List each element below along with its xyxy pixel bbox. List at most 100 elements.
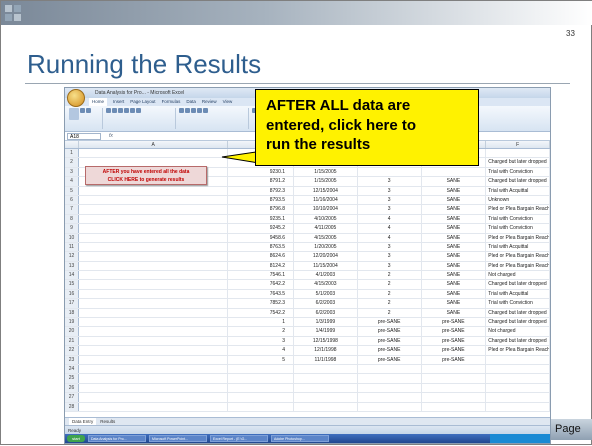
underline-icon[interactable] — [118, 108, 123, 113]
cell-a[interactable] — [79, 242, 229, 252]
cell-c[interactable]: 1/20/2005 — [294, 242, 358, 252]
cell-e[interactable]: SANE — [422, 242, 487, 252]
cell-d[interactable]: 4 — [358, 214, 422, 224]
cell-f[interactable]: Charged but later dropped — [486, 336, 550, 346]
cell-b[interactable] — [228, 402, 295, 411]
cell-a[interactable] — [79, 355, 229, 364]
cell-d[interactable] — [358, 167, 422, 177]
cell-e[interactable]: pre-SANE — [422, 318, 487, 327]
cell-b[interactable]: 8792.3 — [228, 186, 295, 195]
row-number[interactable]: 19 — [65, 318, 79, 327]
cell-d[interactable]: 3 — [358, 195, 422, 205]
cell-f[interactable]: Charged but later dropped — [486, 318, 550, 327]
copy-icon[interactable] — [86, 108, 91, 113]
cell-f[interactable]: Trial with Conviction — [486, 224, 550, 233]
column-header[interactable]: A — [79, 141, 229, 148]
cell-f[interactable] — [486, 364, 550, 374]
cell-a[interactable] — [79, 252, 229, 261]
cell-e[interactable]: SANE — [422, 271, 487, 280]
cell-f[interactable]: Charged but later dropped — [486, 280, 550, 289]
cell-a[interactable] — [79, 318, 229, 327]
cell-f[interactable]: Trial with Acquittal — [486, 186, 550, 195]
cell-b[interactable]: 3 — [228, 336, 295, 346]
cell-b[interactable] — [228, 364, 295, 374]
cell-e[interactable]: SANE — [422, 177, 487, 186]
taskbar-item[interactable]: Adobe Photoshop... — [271, 435, 329, 442]
paste-icon[interactable] — [69, 108, 79, 120]
taskbar-item[interactable]: Excel Report - (E:\G... — [210, 435, 268, 442]
cell-a[interactable] — [79, 402, 229, 411]
cell-a[interactable] — [79, 336, 229, 346]
italic-icon[interactable] — [112, 108, 117, 113]
sheet-tab[interactable]: Data Entry — [69, 418, 97, 425]
cell-b[interactable]: 1 — [228, 318, 295, 327]
row-number[interactable]: 14 — [65, 271, 79, 280]
cell-c[interactable]: 4/11/2005 — [294, 224, 358, 233]
ribbon-tab[interactable]: Home — [89, 98, 108, 106]
row-number[interactable]: 22 — [65, 346, 79, 355]
cell-f[interactable] — [486, 374, 550, 383]
cell-f[interactable]: Not charged — [486, 271, 550, 280]
cell-c[interactable]: 12/15/2004 — [294, 186, 358, 195]
cell-b[interactable]: 4 — [228, 346, 295, 355]
ribbon-tab[interactable]: Page Layout — [130, 98, 155, 106]
cell-c[interactable] — [294, 383, 358, 393]
cell-d[interactable] — [358, 383, 422, 393]
cell-b[interactable]: 7642.2 — [228, 280, 295, 289]
cell-d[interactable]: 3 — [358, 242, 422, 252]
row-number[interactable]: 6 — [65, 195, 79, 205]
cell-c[interactable]: 6/2/2003 — [294, 299, 358, 308]
cell-b[interactable]: 7546.1 — [228, 271, 295, 280]
cell-f[interactable]: Pled or Plea Bargain Reached — [486, 261, 550, 271]
wrap-text-icon[interactable] — [203, 108, 208, 113]
cell-b[interactable]: 7542.2 — [228, 308, 295, 318]
cell-f[interactable]: Trial with Acquittal — [486, 242, 550, 252]
cell-c[interactable]: 5/1/2003 — [294, 289, 358, 299]
cell-c[interactable]: 11/16/2004 — [294, 195, 358, 205]
cell-c[interactable]: 10/10/2004 — [294, 205, 358, 214]
cell-f[interactable]: Unknown — [486, 195, 550, 205]
cell-b[interactable]: 5 — [228, 355, 295, 364]
cut-icon[interactable] — [80, 108, 85, 113]
cell-e[interactable]: SANE — [422, 195, 487, 205]
cell-c[interactable] — [294, 393, 358, 402]
cell-d[interactable]: 2 — [358, 289, 422, 299]
cell-d[interactable]: 3 — [358, 186, 422, 195]
office-button-icon[interactable] — [67, 89, 85, 107]
cell-a[interactable] — [79, 327, 229, 336]
row-number[interactable]: 21 — [65, 336, 79, 346]
cell-c[interactable]: 12/20/2004 — [294, 252, 358, 261]
cell-d[interactable] — [358, 374, 422, 383]
cell-a[interactable] — [79, 271, 229, 280]
ribbon-tab[interactable]: Review — [202, 98, 217, 106]
cell-d[interactable] — [358, 402, 422, 411]
cell-a[interactable] — [79, 364, 229, 374]
cell-e[interactable] — [422, 374, 487, 383]
cell-d[interactable]: 4 — [358, 233, 422, 242]
border-icon[interactable] — [124, 108, 129, 113]
cell-f[interactable]: Pled or Plea Bargain Reached — [486, 346, 550, 355]
cell-b[interactable] — [228, 374, 295, 383]
cell-e[interactable]: SANE — [422, 261, 487, 271]
cell-f[interactable]: Charged but later dropped — [486, 158, 550, 167]
cell-e[interactable]: SANE — [422, 205, 487, 214]
cell-c[interactable]: 12/1/1998 — [294, 346, 358, 355]
row-number[interactable]: 13 — [65, 261, 79, 271]
cell-b[interactable] — [228, 383, 295, 393]
cell-d[interactable]: 4 — [358, 224, 422, 233]
cell-e[interactable]: pre-SANE — [422, 327, 487, 336]
cell-e[interactable] — [422, 393, 487, 402]
bold-icon[interactable] — [106, 108, 111, 113]
cell-a[interactable] — [79, 233, 229, 242]
select-all-corner[interactable] — [65, 141, 79, 148]
generate-results-button[interactable]: AFTER you have entered all the data CLIC… — [85, 166, 207, 185]
cell-d[interactable]: 3 — [358, 205, 422, 214]
cell-c[interactable]: 11/15/2004 — [294, 261, 358, 271]
cell-d[interactable]: 2 — [358, 308, 422, 318]
cell-d[interactable]: 3 — [358, 261, 422, 271]
cell-d[interactable]: 2 — [358, 271, 422, 280]
row-number[interactable]: 7 — [65, 205, 79, 214]
cell-c[interactable]: 4/10/2005 — [294, 214, 358, 224]
taskbar-item[interactable]: Microsoft PowerPoint... — [149, 435, 207, 442]
cell-b[interactable]: 2 — [228, 327, 295, 336]
